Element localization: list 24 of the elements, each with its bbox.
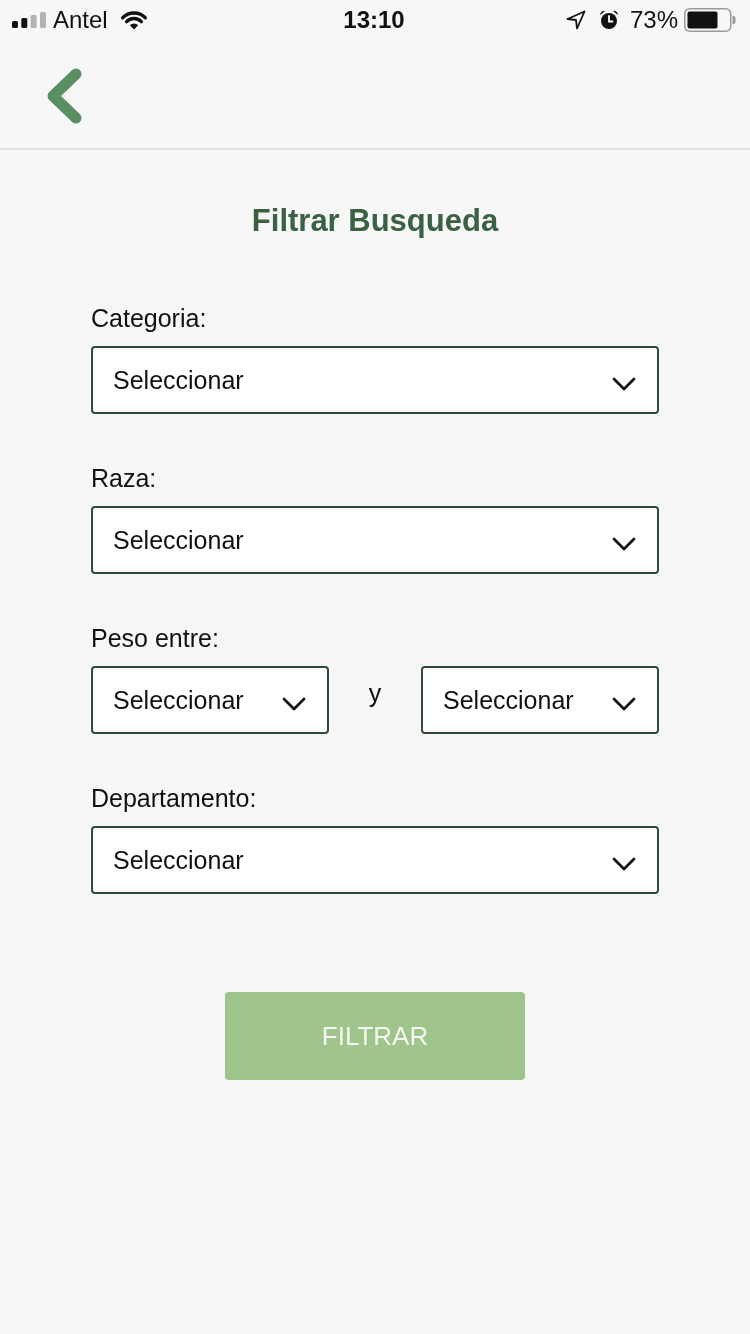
carrier-name: Antel [53, 6, 108, 34]
field-label: Raza: [91, 463, 157, 494]
battery-icon [684, 8, 736, 32]
range-separator: y [368, 678, 382, 708]
dropdown[interactable]: Seleccionar [91, 506, 659, 574]
alarm-clock-icon [598, 10, 619, 30]
field-label: Categoria: [91, 303, 207, 334]
chevron-down-icon [612, 697, 636, 711]
field-label: Peso entre: [91, 623, 219, 654]
chevron-down-icon [612, 537, 636, 551]
chevron-down-icon [612, 857, 636, 871]
battery-percent: 73% [629, 6, 678, 34]
field-label: Departamento: [91, 783, 257, 814]
chevron-down-icon [612, 377, 636, 391]
chevron-down-icon [282, 697, 306, 711]
status-time: 13:10 [343, 6, 405, 34]
dropdown[interactable]: Seleccionar [421, 666, 659, 734]
dropdown[interactable]: Seleccionar [91, 666, 329, 734]
dropdown[interactable]: Seleccionar [91, 826, 659, 894]
signal-icon [12, 12, 46, 28]
location-arrow-icon [565, 10, 586, 30]
page-title: Filtrar Busqueda [251, 202, 499, 240]
dropdown[interactable]: Seleccionar [91, 346, 659, 414]
wifi-icon [119, 10, 148, 30]
